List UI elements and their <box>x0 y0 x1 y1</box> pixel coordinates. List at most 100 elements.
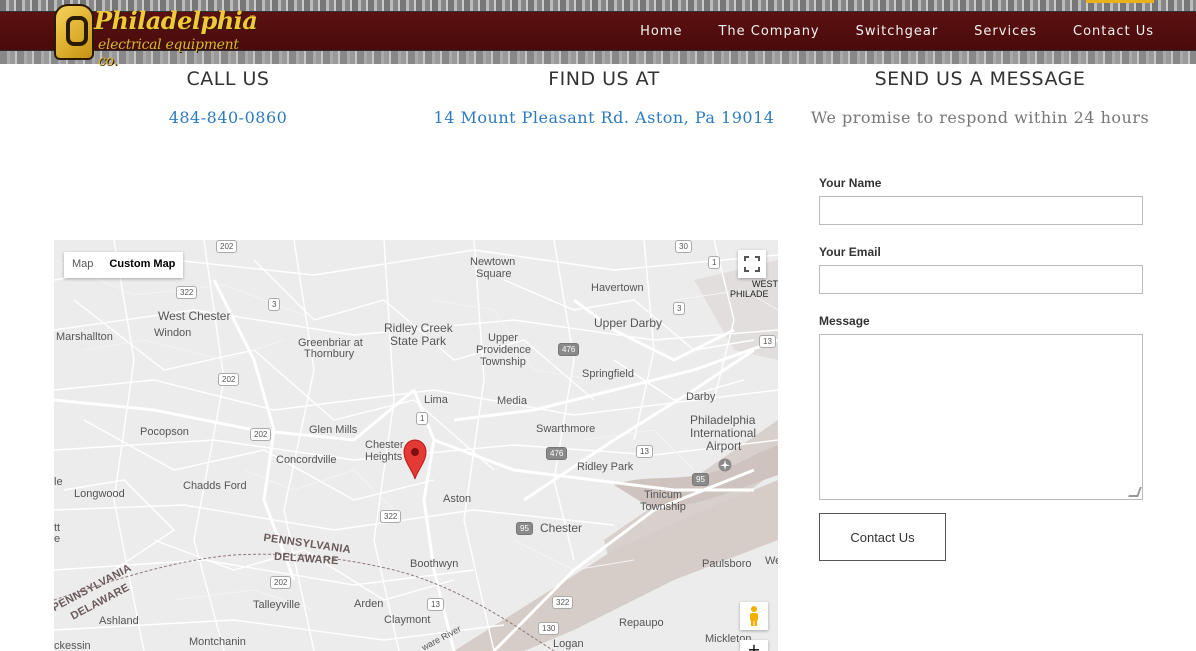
fullscreen-button[interactable] <box>738 250 766 278</box>
place-edge-le: le <box>54 476 63 488</box>
route-shield-202: 202 <box>218 373 240 386</box>
nav-services[interactable]: Services <box>974 24 1037 39</box>
place-upper-darby: Upper Darby <box>594 316 663 330</box>
place-glen-mills: Glen Mills <box>309 424 358 436</box>
map-type-custom[interactable]: Custom Map <box>101 252 183 278</box>
map-type-control: Map Custom Map <box>64 252 184 278</box>
nav-switchgear[interactable]: Switchgear <box>856 24 939 39</box>
place-paulsboro: Paulsboro <box>702 558 752 570</box>
route-shield-476: 476 <box>558 343 580 356</box>
logo-tagline: electrical equipment co. <box>98 37 239 69</box>
route-shield-130: 130 <box>538 622 560 635</box>
place-swarthmore: Swarthmore <box>536 423 596 435</box>
message-label: Message <box>819 314 870 328</box>
street-view-button[interactable] <box>740 602 768 630</box>
site-header: Philadelphia ™ electrical equipment co. … <box>0 0 1196 69</box>
zoom-in-button[interactable]: + <box>740 640 768 651</box>
place-chester-heights-2: Heights <box>365 451 403 463</box>
place-we: We <box>765 555 778 567</box>
route-shield-95: 95 <box>692 473 709 486</box>
map-pin-icon <box>403 439 427 480</box>
route-shield-1: 1 <box>416 412 429 425</box>
place-media: Media <box>497 395 527 407</box>
site-logo[interactable]: Philadelphia ™ electrical equipment co. <box>54 4 260 69</box>
phone-link[interactable]: 484-840-0860 <box>128 108 328 127</box>
header-accent <box>1086 0 1154 3</box>
route-shield-322: 322 <box>552 596 574 609</box>
liberty-bell-icon <box>54 4 94 60</box>
place-lima: Lima <box>424 394 448 406</box>
message-field[interactable] <box>819 334 1143 500</box>
route-shield-322: 322 <box>176 286 198 299</box>
name-label: Your Name <box>819 176 882 190</box>
place-windon: Windon <box>154 327 192 339</box>
email-label: Your Email <box>819 245 881 259</box>
contact-submit-button[interactable]: Contact Us <box>819 513 946 561</box>
location-map[interactable]: Newtown Square Havertown WEST PHILADE We… <box>54 240 778 651</box>
place-phl-3: Airport <box>706 439 742 453</box>
route-shield-95: 95 <box>516 522 533 535</box>
route-shield-1: 1 <box>708 256 721 269</box>
send-message-block: SEND US A MESSAGE We promise to respond … <box>800 68 1160 127</box>
address-link[interactable]: 14 Mount Pleasant Rd. Aston, Pa 19014 <box>430 108 778 127</box>
place-concordville: Concordville <box>276 454 337 466</box>
pegman-icon <box>750 606 758 626</box>
place-ridley-park: Ridley Park <box>577 461 634 473</box>
email-field[interactable] <box>819 265 1143 294</box>
nav-home[interactable]: Home <box>640 24 682 39</box>
place-edge-e: e <box>54 533 61 545</box>
place-marshallton: Marshallton <box>56 331 113 343</box>
name-field[interactable] <box>819 196 1143 225</box>
call-us-block: CALL US 484-840-0860 <box>128 68 328 127</box>
place-west-chester: West Chester <box>158 309 231 323</box>
place-pocopson: Pocopson <box>140 426 189 438</box>
nav-contact-us[interactable]: Contact Us <box>1073 24 1154 39</box>
map-type-map[interactable]: Map <box>64 252 101 278</box>
place-upper-providence-3: Township <box>480 356 526 368</box>
place-chadds-ford: Chadds Ford <box>183 480 247 492</box>
place-havertown: Havertown <box>591 282 644 294</box>
response-promise: We promise to respond within 24 hours <box>810 108 1150 127</box>
send-message-title: SEND US A MESSAGE <box>874 68 1086 90</box>
call-us-title: CALL US <box>186 68 270 90</box>
place-ridley-creek-2: State Park <box>390 334 447 348</box>
place-tinicum-2: Township <box>640 501 686 513</box>
logo-trademark: ™ <box>249 14 256 22</box>
place-greenbriar-2: Thornbury <box>304 348 355 360</box>
main-nav: Home The Company Switchgear Services Con… <box>604 24 1154 39</box>
route-shield-202: 202 <box>250 428 272 441</box>
place-repaupo: Repaupo <box>619 617 664 629</box>
place-newtown-2: Square <box>476 268 512 280</box>
route-shield-3: 3 <box>673 302 686 315</box>
route-shield-202: 202 <box>216 240 238 253</box>
place-chester: Chester <box>540 521 583 535</box>
place-arden: Arden <box>354 598 384 610</box>
find-us-title: FIND US AT <box>548 68 660 90</box>
route-shield-13: 13 <box>759 335 776 348</box>
place-claymont: Claymont <box>384 614 431 626</box>
nav-the-company[interactable]: The Company <box>718 24 819 39</box>
place-springfield: Springfield <box>582 368 634 380</box>
route-shield-322: 322 <box>380 510 402 523</box>
airport-icon <box>718 458 732 472</box>
place-boothwyn: Boothwyn <box>410 558 459 570</box>
place-talleyville: Talleyville <box>253 599 301 611</box>
route-shield-476: 476 <box>546 447 568 460</box>
logo-wordmark: Philadelphia <box>94 6 258 35</box>
route-shield-202: 202 <box>270 576 292 589</box>
place-aston: Aston <box>443 493 472 505</box>
place-hockessin: ckessin <box>54 640 91 651</box>
find-us-block: FIND US AT 14 Mount Pleasant Rd. Aston, … <box>430 68 778 127</box>
place-montchanin: Montchanin <box>189 636 246 648</box>
route-shield-30: 30 <box>675 240 692 253</box>
place-darby: Darby <box>686 391 716 403</box>
route-shield-13: 13 <box>636 445 653 458</box>
place-logan: Logan <box>553 638 584 650</box>
place-ashland: Ashland <box>99 615 139 627</box>
contact-form: Your Name Your Email Message Contact Us <box>819 176 1143 561</box>
route-shield-13: 13 <box>427 598 444 611</box>
place-longwood: Longwood <box>74 488 125 500</box>
route-shield-3: 3 <box>268 298 281 311</box>
place-west-phila-2: PHILADE <box>730 289 769 299</box>
location-pin-marker[interactable] <box>402 438 428 484</box>
